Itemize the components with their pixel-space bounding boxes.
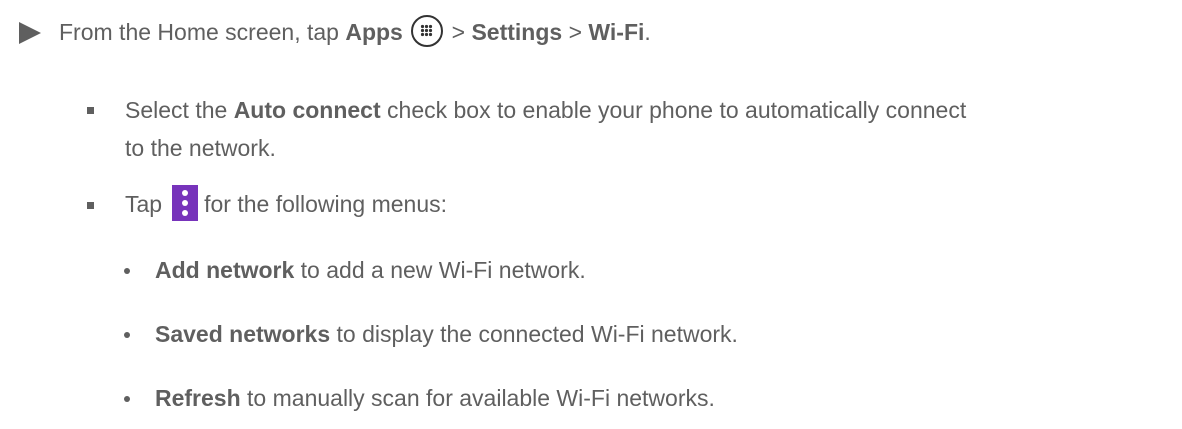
square-bullet-icon [87, 202, 94, 209]
round-bullet-icon [124, 396, 130, 402]
apps-grid-icon [411, 14, 444, 47]
settings-label: Settings [471, 19, 563, 45]
wifi-label: Wi-Fi [588, 19, 645, 45]
more-vert-icon [172, 184, 199, 221]
menu-item-refresh: Refresh to manually scan for available W… [155, 385, 715, 411]
round-bullet-icon [124, 332, 130, 338]
step-instruction: From the Home screen, tap Apps > Setting… [59, 14, 651, 47]
menu-item-add-network: Add network to add a new Wi-Fi network. [155, 257, 586, 283]
bullet-auto-connect: Select the Auto connect check box to ena… [125, 97, 967, 123]
bullet-menu: Tap for the following menus: [125, 184, 447, 221]
menu-item-saved-networks: Saved networks to display the connected … [155, 321, 738, 347]
bullet-auto-connect-continued: to the network. [125, 135, 276, 161]
round-bullet-icon [124, 268, 130, 274]
apps-label: Apps [345, 19, 403, 45]
square-bullet-icon [87, 107, 94, 114]
step-marker-icon [19, 22, 41, 44]
auto-connect-label: Auto connect [233, 97, 381, 123]
